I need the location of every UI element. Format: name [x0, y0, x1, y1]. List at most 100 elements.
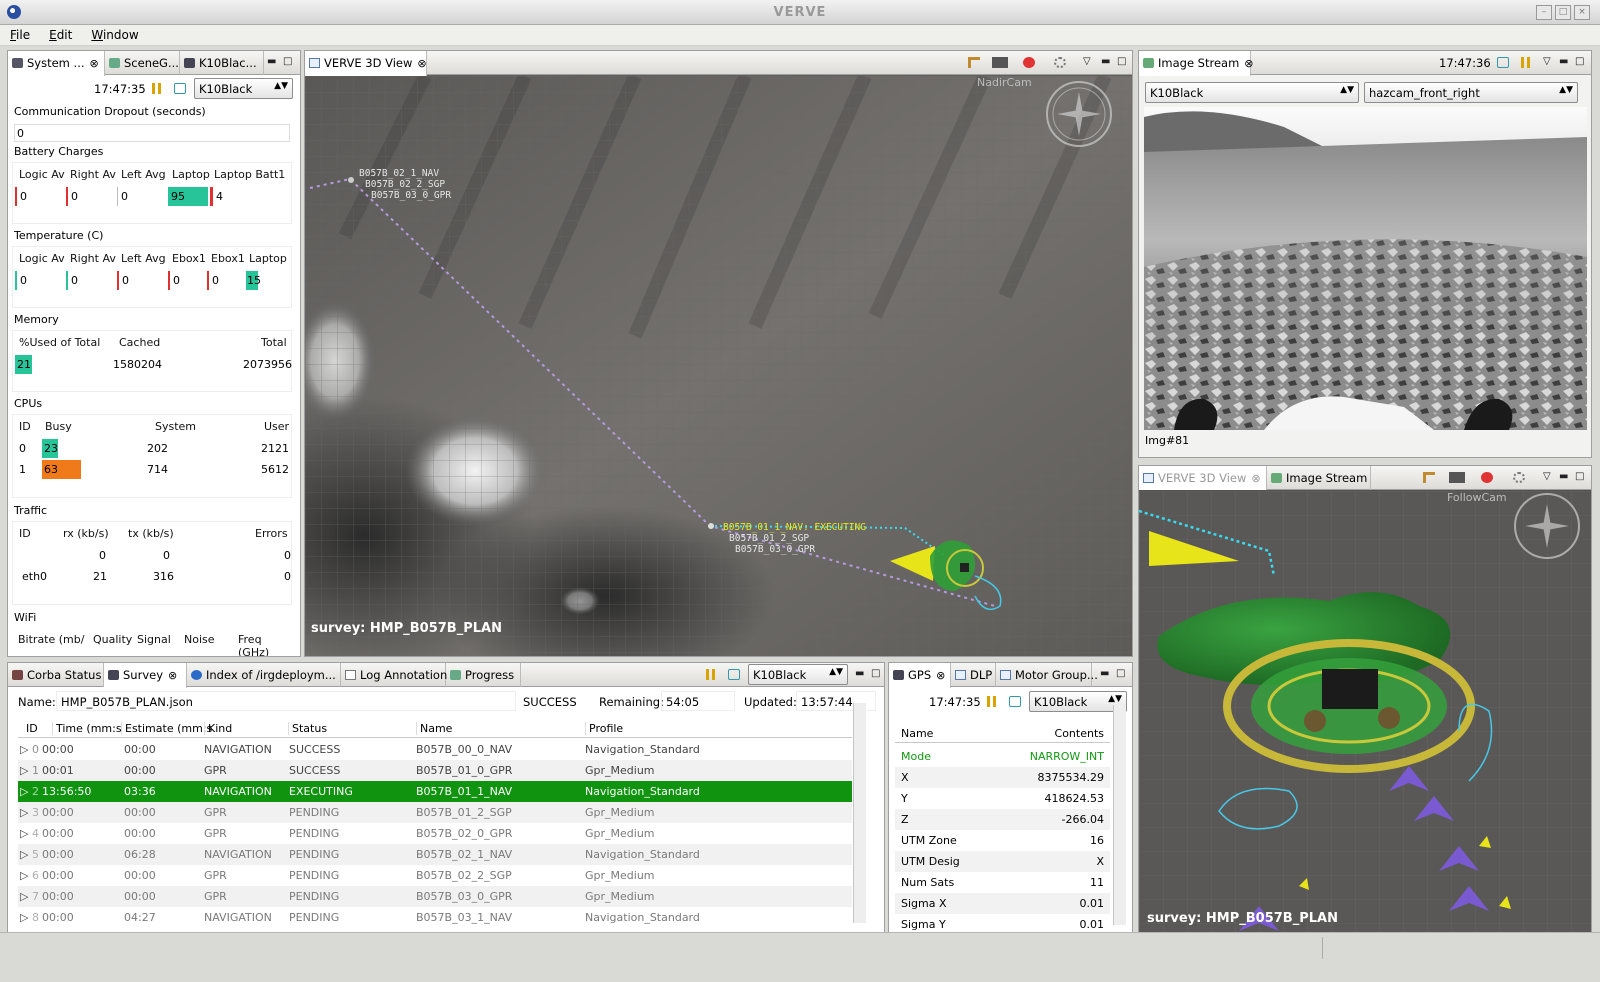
tab-system[interactable]: System ... ⊗ — [8, 51, 105, 76]
expand-icon[interactable]: ▷ — [20, 890, 28, 903]
close-icon[interactable]: ⊗ — [1244, 57, 1253, 70]
tab-scenegraph[interactable]: SceneG... — [105, 51, 180, 75]
maximize-icon[interactable]: □ — [1117, 56, 1126, 67]
expand-icon[interactable]: ▷ — [20, 743, 28, 756]
pause-icon[interactable] — [706, 669, 715, 680]
table-row[interactable]: Sigma X 0.01 — [895, 893, 1110, 914]
tab-index[interactable]: Index of /irgdeploym... — [187, 663, 341, 687]
tab-verve-3d-view-2[interactable]: VERVE 3D View ⊗ — [1139, 466, 1267, 490]
maximize-window-button[interactable]: □ — [1555, 5, 1571, 20]
pause-icon[interactable] — [987, 696, 996, 707]
pause-icon[interactable] — [1521, 57, 1530, 68]
waypoint-marker[interactable] — [348, 177, 354, 183]
record-icon[interactable] — [1481, 472, 1493, 483]
close-icon[interactable]: ⊗ — [168, 669, 177, 682]
close-window-button[interactable]: × — [1574, 5, 1590, 20]
col-time[interactable]: Time (mm:s — [52, 722, 122, 735]
minimize-icon[interactable]: ▬ — [1101, 56, 1110, 67]
view-menu-icon[interactable]: ▽ — [1543, 56, 1551, 67]
export-icon[interactable] — [1497, 57, 1509, 68]
minimize-icon[interactable]: ▬ — [855, 668, 864, 679]
table-row[interactable]: Mode NARROW_INT — [895, 746, 1110, 767]
pause-icon[interactable] — [152, 83, 161, 94]
expand-icon[interactable]: ▷ — [20, 764, 28, 777]
col-name[interactable]: Name — [416, 722, 452, 735]
table-row[interactable]: ▷ 8 00:00 04:27 NAVIGATION PENDING B057B_03_1_… — [18, 907, 852, 928]
table-row[interactable]: ▷ 7 00:00 00:00 GPR PENDING B057B_03_0_GPR Gpr_… — [18, 886, 852, 907]
close-icon[interactable]: ⊗ — [90, 57, 99, 70]
tab-corba-status[interactable]: Corba Status — [8, 663, 104, 687]
table-row[interactable]: ▷ 4 00:00 00:00 GPR PENDING B057B_02_0_GPR Gpr_… — [18, 823, 852, 844]
camera-icon[interactable] — [1449, 472, 1465, 483]
tab-log-annotation[interactable]: Log Annotation — [341, 663, 447, 687]
table-row[interactable]: Num Sats 11 — [895, 872, 1110, 893]
col-status[interactable]: Status — [288, 722, 327, 735]
waypoint-marker[interactable] — [708, 523, 714, 529]
maximize-icon[interactable]: □ — [283, 56, 292, 67]
expand-icon[interactable]: ▷ — [20, 848, 28, 861]
col-id[interactable]: ID — [26, 722, 38, 735]
menu-edit[interactable]: Edit — [39, 25, 81, 42]
survey-scrollbar[interactable] — [853, 703, 866, 923]
close-icon[interactable]: ⊗ — [936, 669, 945, 682]
system-robot-select[interactable]: K10Black ▲▼ — [194, 78, 293, 99]
maximize-icon[interactable]: □ — [1116, 668, 1125, 679]
expand-icon[interactable]: ▷ — [20, 869, 28, 882]
pin-icon[interactable] — [1423, 472, 1435, 483]
rover-marker[interactable] — [960, 563, 969, 572]
close-icon[interactable]: ⊗ — [417, 57, 426, 70]
table-row[interactable]: Z -266.04 — [895, 809, 1110, 830]
nadir-map-canvas[interactable]: NadirCam B057B_02_1_NAV B057B_02_2_SGP B… — [305, 76, 1132, 656]
table-row[interactable]: X 8375534.29 — [895, 767, 1110, 788]
tab-image-stream-2[interactable]: Image Stream — [1267, 466, 1371, 490]
tab-gps[interactable]: GPS ⊗ — [889, 663, 951, 688]
survey-name-field[interactable]: HMP_B057B_PLAN.json — [56, 691, 516, 711]
settings-icon[interactable] — [1513, 472, 1525, 483]
expand-icon[interactable]: ▷ — [20, 806, 28, 819]
maximize-icon[interactable]: □ — [1575, 471, 1584, 482]
maximize-icon[interactable]: □ — [871, 668, 880, 679]
view-menu-icon[interactable]: ▽ — [1543, 471, 1551, 482]
table-row[interactable]: ▷ 3 00:00 00:00 GPR PENDING B057B_01_2_SGP Gpr_… — [18, 802, 852, 823]
menu-file[interactable]: File — [0, 25, 39, 42]
col-kind[interactable]: Kind — [204, 722, 232, 735]
table-row[interactable]: ▷ 2 13:56:50 03:36 NAVIGATION EXECUTING B057B_… — [18, 781, 852, 802]
col-estimate[interactable]: Estimate (mm:s — [121, 722, 212, 735]
minimize-icon[interactable]: ▬ — [1559, 56, 1568, 67]
image-robot-select[interactable]: K10Black ▲▼ — [1145, 82, 1359, 103]
minimize-icon[interactable]: ▬ — [1100, 668, 1109, 679]
table-row[interactable]: ▷ 0 00:00 00:00 NAVIGATION SUCCESS B057B_00_0_… — [18, 739, 852, 760]
minimize-icon[interactable]: ▬ — [267, 56, 276, 67]
tab-image-stream[interactable]: Image Stream ⊗ — [1139, 51, 1254, 76]
settings-icon[interactable] — [1054, 57, 1066, 68]
menu-window[interactable]: Window — [81, 25, 147, 42]
close-icon[interactable]: ⊗ — [1251, 472, 1260, 485]
camera-select[interactable]: hazcam_front_right ▲▼ — [1364, 82, 1578, 103]
gps-col-contents[interactable]: Contents — [1055, 727, 1104, 740]
record-icon[interactable] — [1023, 57, 1035, 68]
col-profile[interactable]: Profile — [585, 722, 623, 735]
followcam-canvas[interactable]: FollowCam survey: HMP_B057B_PLAN — [1139, 491, 1591, 946]
table-row[interactable]: ▷ 6 00:00 00:00 GPR PENDING B057B_02_2_SGP Gpr_… — [18, 865, 852, 886]
gps-col-name[interactable]: Name — [901, 727, 933, 740]
tab-motor-group[interactable]: Motor Group... — [996, 663, 1098, 687]
export-icon[interactable] — [1009, 696, 1021, 707]
expand-icon[interactable]: ▷ — [20, 911, 28, 924]
tab-dlp[interactable]: DLP — [951, 663, 996, 687]
expand-icon[interactable]: ▷ — [20, 827, 28, 840]
survey-robot-select[interactable]: K10Black ▲▼ — [748, 664, 848, 685]
table-row[interactable]: UTM Zone 16 — [895, 830, 1110, 851]
tab-verve-3d-view[interactable]: VERVE 3D View ⊗ — [305, 51, 427, 76]
tab-progress[interactable]: Progress — [446, 663, 521, 687]
expand-icon[interactable]: ▷ — [20, 785, 28, 798]
table-row[interactable]: UTM Desig X — [895, 851, 1110, 872]
camera-icon[interactable] — [992, 57, 1008, 68]
table-row[interactable]: ▷ 5 00:00 06:28 NAVIGATION PENDING B057B_02_1_… — [18, 844, 852, 865]
hazcam-image[interactable] — [1144, 107, 1587, 430]
tab-k10black[interactable]: K10Blac... — [180, 51, 264, 75]
gps-scrollbar[interactable] — [1113, 705, 1126, 925]
table-row[interactable]: ▷ 1 00:01 00:00 GPR SUCCESS B057B_01_0_GPR Gpr_… — [18, 760, 852, 781]
tab-survey[interactable]: Survey ⊗ — [104, 663, 187, 688]
maximize-icon[interactable]: □ — [1575, 56, 1584, 67]
export-icon[interactable] — [174, 83, 186, 94]
